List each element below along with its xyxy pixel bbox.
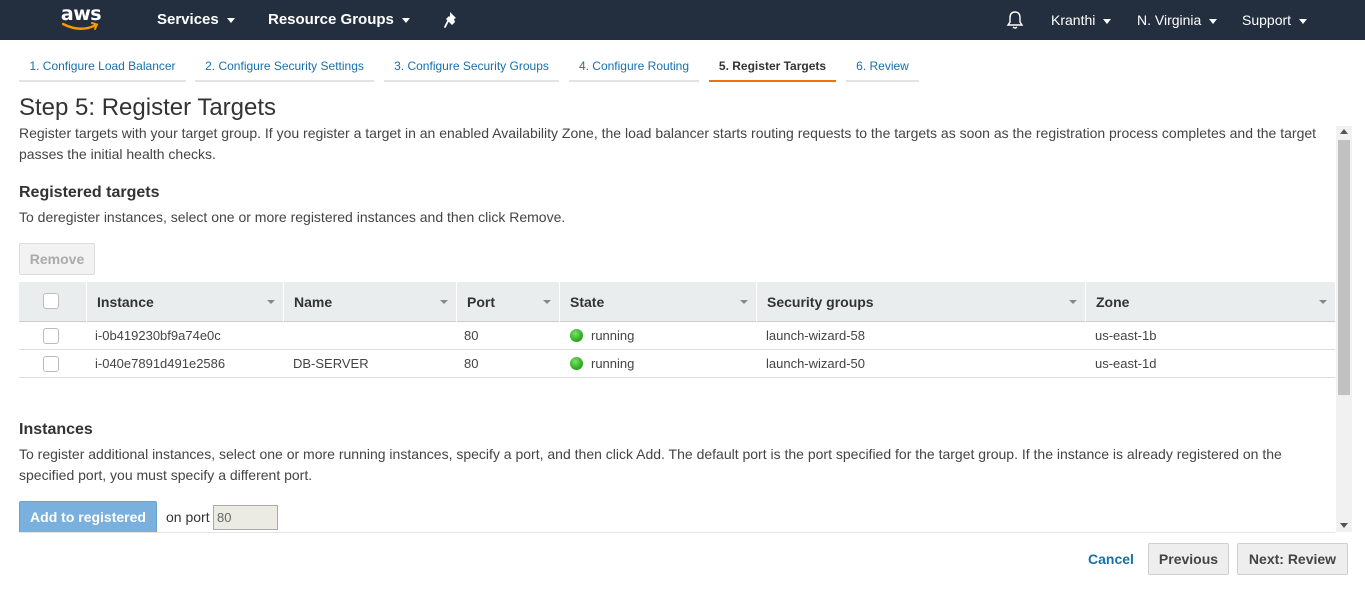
- column-instance-label: Instance: [97, 294, 154, 310]
- column-name[interactable]: Name: [283, 282, 456, 322]
- tab-configure-load-balancer[interactable]: 1. Configure Load Balancer: [19, 52, 186, 82]
- tab-configure-security-groups[interactable]: 3. Configure Security Groups: [384, 52, 559, 82]
- tab-configure-routing[interactable]: 4. Configure Routing: [569, 52, 699, 82]
- sort-icon: [440, 300, 448, 304]
- user-menu[interactable]: Kranthi: [1051, 0, 1112, 40]
- content-divider: [19, 532, 1335, 533]
- cell-security-group: launch-wizard-50: [766, 356, 865, 371]
- cancel-button[interactable]: Cancel: [1088, 551, 1134, 567]
- chevron-down-icon: [1299, 18, 1308, 24]
- state-label: running: [591, 328, 635, 343]
- sort-icon: [267, 300, 275, 304]
- resource-groups-label: Resource Groups: [268, 11, 394, 28]
- remove-button[interactable]: Remove: [19, 243, 95, 275]
- cell-zone: us-east-1b: [1095, 328, 1157, 343]
- on-port-label: on port: [166, 509, 210, 525]
- sort-icon: [1319, 300, 1327, 304]
- pin-icon[interactable]: [444, 11, 460, 29]
- cell-zone: us-east-1d: [1095, 356, 1157, 371]
- registered-targets-heading: Registered targets: [19, 184, 160, 201]
- column-security-groups-label: Security groups: [767, 294, 874, 310]
- cell-security-group: launch-wizard-58: [766, 328, 865, 343]
- column-security-groups[interactable]: Security groups: [756, 282, 1085, 322]
- cell-state: running: [570, 350, 634, 378]
- chevron-down-icon: [1209, 18, 1218, 24]
- column-state[interactable]: State: [559, 282, 756, 322]
- cell-port: 80: [464, 356, 479, 371]
- state-label: running: [591, 356, 635, 371]
- resource-groups-menu[interactable]: Resource Groups: [268, 0, 410, 40]
- column-zone[interactable]: Zone: [1085, 282, 1335, 322]
- services-menu[interactable]: Services: [157, 0, 235, 40]
- column-instance[interactable]: Instance: [86, 282, 283, 322]
- column-state-label: State: [570, 294, 605, 310]
- scroll-down-arrow-icon[interactable]: [1340, 523, 1348, 528]
- tab-register-targets[interactable]: 5. Register Targets: [709, 52, 836, 82]
- wizard-steps: 1. Configure Load Balancer 2. Configure …: [0, 52, 1365, 82]
- column-name-label: Name: [294, 294, 333, 310]
- column-zone-label: Zone: [1096, 294, 1130, 310]
- cell-instance: i-0b419230bf9a74e0c: [95, 328, 221, 343]
- chevron-down-icon: [226, 17, 235, 23]
- port-input[interactable]: [213, 505, 278, 530]
- select-all-checkbox[interactable]: [43, 293, 59, 309]
- aws-logo[interactable]: aws: [58, 3, 104, 35]
- instances-heading: Instances: [19, 421, 93, 438]
- bell-icon[interactable]: [1006, 10, 1024, 30]
- main-content: Step 5: Register Targets Register target…: [0, 90, 1336, 532]
- services-label: Services: [157, 11, 219, 28]
- sort-icon: [1069, 300, 1077, 304]
- registered-targets-hint: To deregister instances, select one or m…: [19, 209, 566, 225]
- region-name: N. Virginia: [1137, 12, 1202, 28]
- support-menu[interactable]: Support: [1242, 0, 1308, 40]
- page-description: Register targets with your target group.…: [19, 125, 1317, 162]
- table-header: Instance Name Port State Security groups…: [19, 282, 1335, 322]
- sort-icon: [543, 300, 551, 304]
- top-navigation-bar: aws Services Resource Groups Kranthi N. …: [0, 0, 1365, 40]
- scroll-thumb[interactable]: [1338, 140, 1350, 395]
- cell-port: 80: [464, 328, 479, 343]
- tab-configure-security-settings[interactable]: 2. Configure Security Settings: [195, 52, 374, 82]
- aws-smile-icon: [62, 22, 99, 30]
- next-review-button[interactable]: Next: Review: [1237, 543, 1348, 575]
- cell-state: running: [570, 322, 634, 350]
- row-checkbox[interactable]: [43, 356, 59, 372]
- support-label: Support: [1242, 12, 1292, 28]
- instances-hint: To register additional instances, select…: [19, 446, 1282, 483]
- sort-icon: [740, 300, 748, 304]
- column-port-label: Port: [467, 294, 495, 310]
- chevron-down-icon: [1103, 18, 1112, 24]
- region-menu[interactable]: N. Virginia: [1137, 0, 1218, 40]
- cell-instance: i-040e7891d491e2586: [95, 356, 226, 371]
- tab-review[interactable]: 6. Review: [846, 52, 919, 82]
- running-status-icon: [570, 329, 583, 342]
- table-row[interactable]: i-0b419230bf9a74e0c 80 running launch-wi…: [19, 322, 1335, 350]
- chevron-down-icon: [401, 17, 410, 23]
- running-status-icon: [570, 357, 583, 370]
- add-to-registered-button[interactable]: Add to registered: [19, 501, 157, 532]
- content-scrollbar[interactable]: [1336, 126, 1352, 532]
- cell-name: DB-SERVER: [293, 356, 369, 371]
- scroll-up-arrow-icon[interactable]: [1340, 129, 1348, 134]
- page-title: Step 5: Register Targets: [19, 94, 277, 121]
- previous-button[interactable]: Previous: [1148, 543, 1229, 575]
- user-name: Kranthi: [1051, 12, 1096, 28]
- row-checkbox[interactable]: [43, 328, 59, 344]
- column-port[interactable]: Port: [456, 282, 559, 322]
- table-row[interactable]: i-040e7891d491e2586 DB-SERVER 80 running…: [19, 350, 1335, 378]
